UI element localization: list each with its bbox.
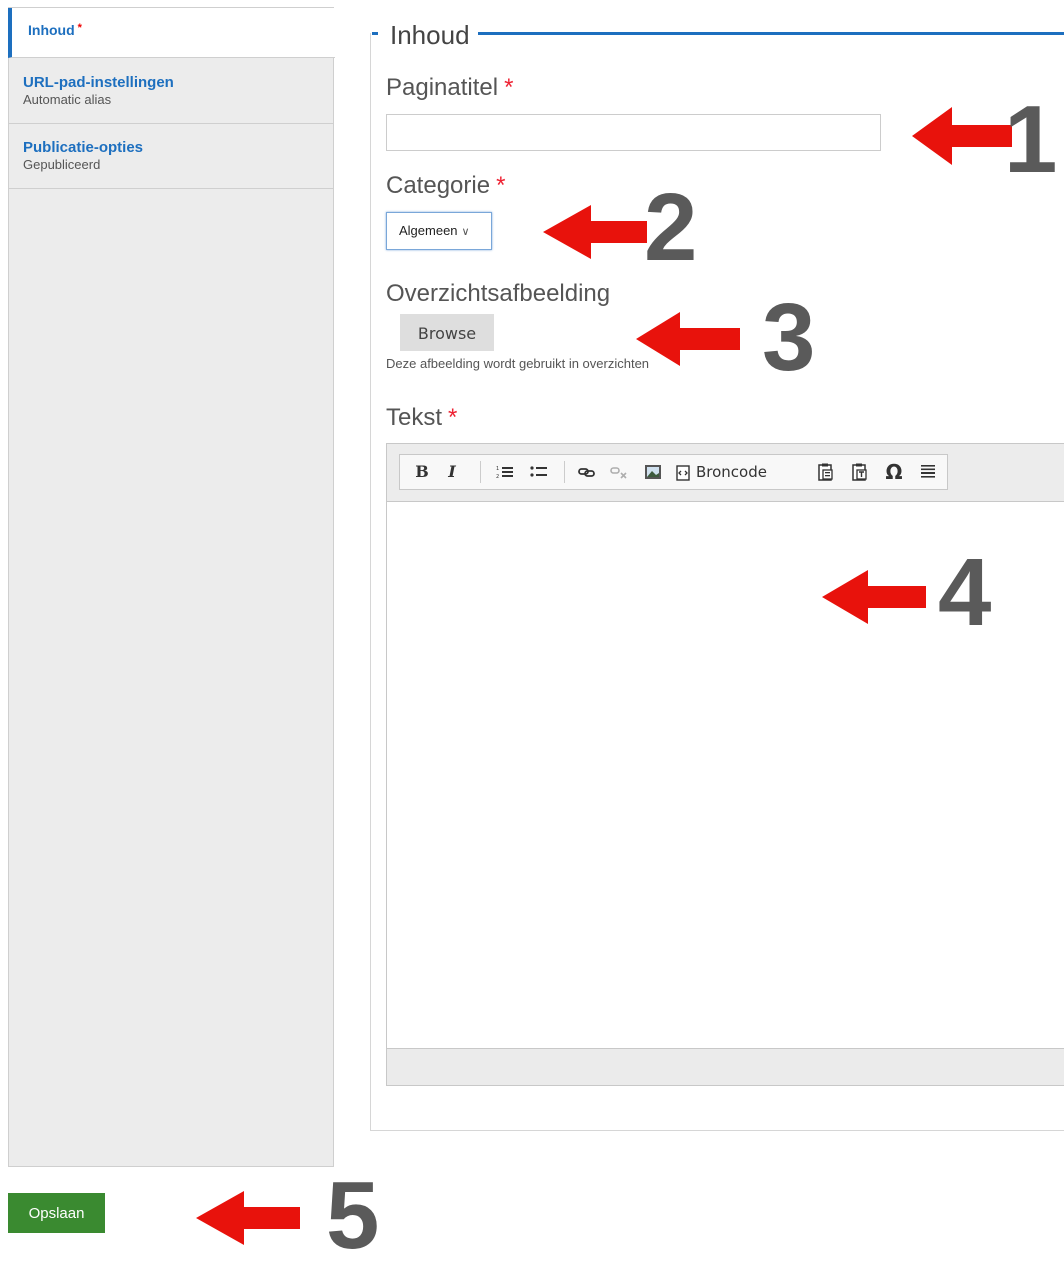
- required-marker: *: [448, 404, 458, 431]
- tab-publication-options-label: Publicatie-opties: [23, 139, 144, 156]
- required-marker: *: [496, 172, 506, 199]
- toolbar-separator: [480, 461, 481, 483]
- paste-word-icon[interactable]: [848, 455, 872, 489]
- required-marker: *: [77, 22, 82, 34]
- category-select-value: Algemeen: [399, 223, 458, 238]
- tab-inhoud[interactable]: Inhoud *: [8, 8, 335, 58]
- annotation-number-2: 2: [644, 174, 698, 281]
- title-label: Paginatitel *: [386, 74, 513, 102]
- text-label: Tekst *: [386, 404, 457, 432]
- horizontal-rule-icon[interactable]: [916, 455, 940, 489]
- tab-url-settings-label: URL-pad-instellingen: [23, 74, 174, 91]
- annotation-number-4: 4: [938, 539, 992, 646]
- bold-button[interactable]: B: [410, 455, 434, 489]
- numbered-list-icon[interactable]: 12: [492, 455, 518, 489]
- page-title-input[interactable]: [386, 114, 881, 151]
- vertical-tabs: Inhoud * URL-pad-instellingen Automatic a…: [8, 7, 335, 1167]
- annotation-arrow-4: [822, 570, 926, 624]
- image-icon[interactable]: [640, 455, 666, 489]
- annotation-arrow-5: [196, 1191, 300, 1245]
- source-button[interactable]: Broncode: [676, 455, 786, 489]
- text-label-text: Tekst: [386, 404, 443, 431]
- tab-inhoud-label: Inhoud: [28, 22, 75, 38]
- annotation-number-5: 5: [326, 1162, 380, 1269]
- browse-button[interactable]: Browse: [400, 314, 494, 351]
- image-label: Overzichtsafbeelding: [386, 280, 611, 307]
- toolbar-separator: [564, 461, 565, 483]
- tab-publication-options-summary: Gepubliceerd: [23, 157, 101, 172]
- tab-url-settings-summary: Automatic alias: [23, 92, 112, 107]
- svg-text:1: 1: [496, 466, 499, 472]
- category-label: Categorie *: [386, 172, 505, 200]
- source-button-label: Broncode: [696, 463, 767, 481]
- tab-publication-options[interactable]: Publicatie-opties Gepubliceerd: [9, 124, 334, 189]
- tab-url-settings[interactable]: URL-pad-instellingen Automatic alias: [9, 58, 334, 124]
- category-select[interactable]: Algemeen ∨: [386, 212, 492, 250]
- image-description: Deze afbeelding wordt gebruikt in overzi…: [386, 356, 650, 371]
- annotation-number-3: 3: [762, 284, 816, 391]
- bulleted-list-icon[interactable]: [526, 455, 552, 489]
- link-icon[interactable]: [574, 455, 600, 489]
- title-label-text: Paginatitel: [386, 74, 499, 101]
- fieldset-legend: Inhoud: [378, 18, 478, 52]
- save-button[interactable]: Opslaan: [8, 1193, 105, 1233]
- tab-inhoud-label-wrap: Inhoud *: [28, 22, 335, 38]
- toolbar-group: B I 12 Broncode Ω: [399, 454, 948, 490]
- svg-text:2: 2: [496, 474, 499, 479]
- paste-text-icon[interactable]: [814, 455, 838, 489]
- annotation-arrow-1: [912, 107, 1012, 165]
- chevron-down-icon: ∨: [461, 226, 470, 238]
- category-label-text: Categorie: [386, 172, 491, 199]
- editor-status-bar: [387, 1048, 1064, 1085]
- italic-button[interactable]: I: [440, 455, 464, 489]
- unlink-icon[interactable]: [606, 455, 632, 489]
- special-character-icon[interactable]: Ω: [882, 455, 906, 489]
- editor-toolbar: B I 12 Broncode Ω: [387, 444, 1064, 502]
- annotation-number-1: 1: [1004, 86, 1058, 193]
- annotation-arrow-3: [636, 312, 740, 366]
- required-marker: *: [504, 74, 514, 101]
- annotation-arrow-2: [543, 205, 647, 259]
